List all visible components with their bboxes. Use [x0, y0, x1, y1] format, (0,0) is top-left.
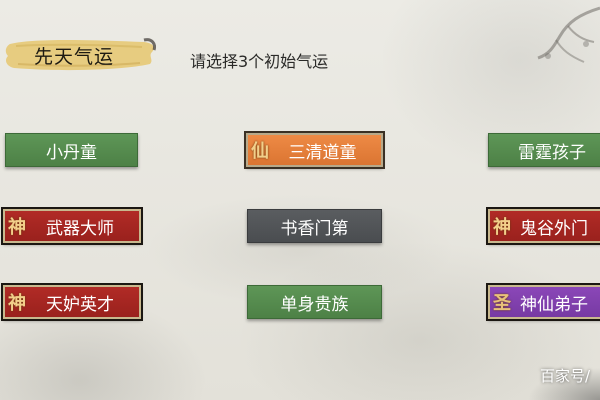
fortune-option-danshenguizu[interactable]: 单身贵族 — [247, 285, 382, 319]
plum-branch-decoration — [537, 6, 600, 63]
fortune-option-guiguwaimen[interactable]: 神 鬼谷外门 — [486, 207, 600, 245]
selection-prompt: 请选择3个初始气运 — [190, 52, 329, 71]
shen-seal-icon: 神 — [8, 217, 26, 238]
fortune-option-leitinghaizi[interactable]: 雷霆孩子 — [488, 133, 600, 167]
fortune-option-xiaodantong[interactable]: 小丹童 — [5, 133, 138, 167]
option-label: 单身贵族 — [280, 294, 349, 315]
fortune-option-shenxiandizi[interactable]: 圣 神仙弟子 — [486, 283, 600, 321]
option-label: 小丹童 — [46, 142, 97, 163]
title-banner: 先天气运 — [4, 34, 156, 76]
fortune-option-wuqidashi[interactable]: 神 武器大师 — [1, 207, 143, 245]
option-label: 武器大师 — [46, 218, 114, 239]
option-label: 书香门第 — [280, 218, 349, 239]
option-label: 鬼谷外门 — [520, 218, 588, 239]
shen-seal-icon: 神 — [8, 293, 26, 314]
option-label: 雷霆孩子 — [518, 142, 586, 163]
fortune-option-shuxiangmendi[interactable]: 书香门第 — [247, 209, 382, 243]
sheng-seal-icon: 圣 — [493, 293, 511, 314]
xian-seal-icon: 仙 — [251, 141, 269, 162]
option-label: 天妒英才 — [46, 294, 114, 315]
watermark-text: 百家号/ — [539, 367, 590, 385]
fortune-option-tianduyingcai[interactable]: 神 天妒英才 — [1, 283, 143, 321]
shen-seal-icon: 神 — [493, 217, 511, 238]
option-label: 三清道童 — [288, 142, 357, 163]
option-label: 神仙弟子 — [520, 294, 588, 315]
page-title: 先天气运 — [33, 45, 114, 68]
fortune-option-sanqingdaotong[interactable]: 仙 三清道童 — [244, 131, 385, 169]
